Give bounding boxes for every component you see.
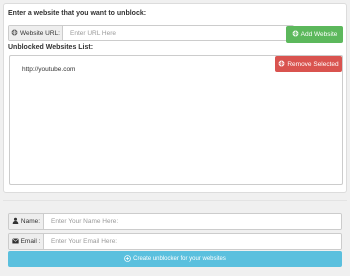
email-label: Email : <box>20 238 41 245</box>
website-url-addon: Website URL: <box>9 26 63 40</box>
website-url-group: Website URL: <box>8 25 294 41</box>
create-unblocker-label: Create unblocker for your websites <box>133 256 226 262</box>
email-group: Email : <box>8 233 342 250</box>
globe-icon <box>11 29 18 38</box>
name-group: Name: <box>8 213 342 230</box>
section-divider <box>3 200 347 201</box>
email-input[interactable] <box>44 234 341 249</box>
websites-list-heading: Unblocked Websites List: <box>8 44 94 51</box>
envelope-icon <box>11 237 19 246</box>
name-label: Name: <box>20 218 41 225</box>
add-website-label: Add Website <box>300 31 338 38</box>
email-addon: Email : <box>9 234 44 249</box>
remove-selected-button[interactable]: Remove Selected <box>275 56 342 72</box>
add-website-button[interactable]: Add Website <box>286 26 343 43</box>
unblock-panel: Enter a website that you want to unblock… <box>3 3 347 193</box>
remove-selected-label: Remove Selected <box>287 60 339 68</box>
name-input[interactable] <box>44 214 341 229</box>
user-icon <box>12 217 19 226</box>
create-unblocker-button[interactable]: Create unblocker for your websites <box>8 251 342 267</box>
unblock-heading: Enter a website that you want to unblock… <box>8 10 147 17</box>
globe-icon <box>278 60 285 69</box>
website-url-label: Website URL: <box>20 29 60 37</box>
plus-circle-icon <box>124 254 131 264</box>
websites-list[interactable]: http://youtube.com <box>9 55 343 185</box>
list-item[interactable]: http://youtube.com <box>22 66 75 73</box>
website-url-input[interactable] <box>63 26 293 40</box>
globe-icon <box>292 30 299 39</box>
name-addon: Name: <box>9 214 44 229</box>
